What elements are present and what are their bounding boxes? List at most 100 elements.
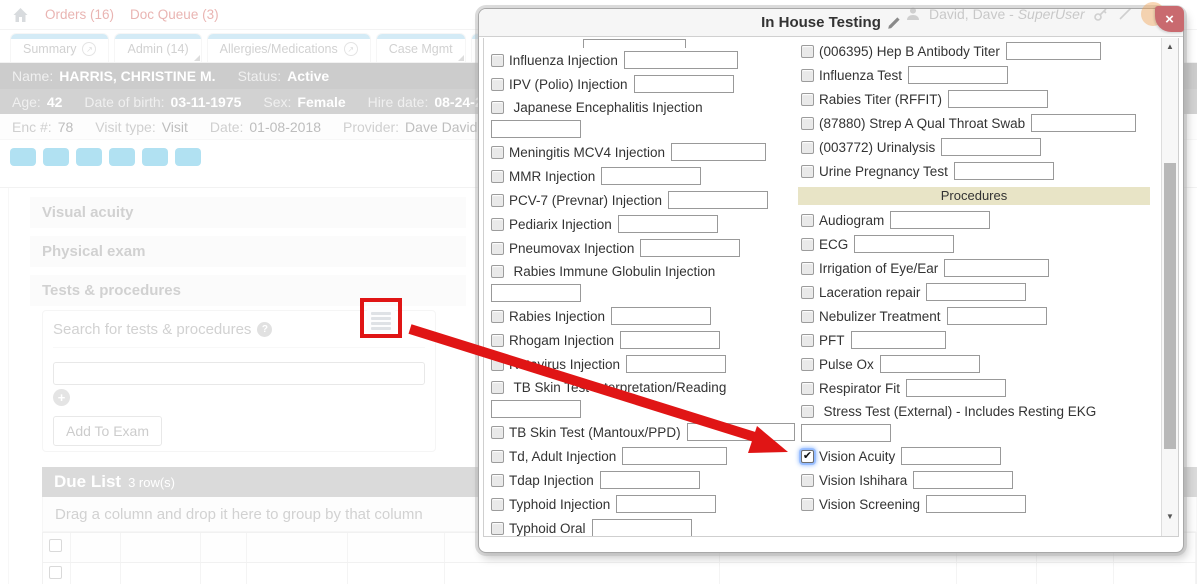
result-input[interactable]	[611, 307, 711, 325]
checkbox[interactable]	[491, 498, 504, 511]
soap-button[interactable]	[10, 148, 36, 166]
result-input[interactable]	[908, 66, 1008, 84]
result-input[interactable]	[624, 51, 738, 69]
result-input[interactable]	[906, 379, 1006, 397]
result-input[interactable]	[687, 423, 795, 441]
scrollbar-thumb[interactable]	[1164, 163, 1176, 449]
scroll-up-arrow[interactable]: ▲	[1162, 40, 1178, 54]
checkbox[interactable]	[801, 45, 814, 58]
result-input[interactable]	[671, 143, 766, 161]
checkbox[interactable]	[491, 218, 504, 231]
checkbox[interactable]	[801, 262, 814, 275]
scroll-down-arrow[interactable]: ▼	[1162, 510, 1178, 524]
checkbox[interactable]	[491, 381, 504, 394]
column-header-cell[interactable]	[121, 533, 201, 562]
column-header-cell[interactable]	[71, 533, 121, 562]
result-input[interactable]	[947, 307, 1047, 325]
result-input[interactable]	[640, 239, 740, 257]
checkbox[interactable]	[491, 101, 504, 114]
nav-doc-queue-link[interactable]: Doc Queue (3)	[130, 7, 219, 22]
checkbox[interactable]	[801, 214, 814, 227]
result-input[interactable]	[926, 495, 1026, 513]
checkbox[interactable]	[491, 522, 504, 535]
result-input[interactable]	[801, 424, 891, 442]
result-input[interactable]	[618, 215, 718, 233]
checkbox[interactable]	[801, 310, 814, 323]
checkbox[interactable]	[801, 93, 814, 106]
result-input[interactable]	[926, 283, 1026, 301]
result-input[interactable]	[626, 355, 726, 373]
result-input[interactable]	[491, 400, 581, 418]
column-header-cell[interactable]	[247, 533, 348, 562]
result-input[interactable]	[944, 259, 1049, 277]
checkbox[interactable]	[801, 141, 814, 154]
soap-button[interactable]	[142, 148, 168, 166]
result-input[interactable]	[668, 191, 768, 209]
result-input[interactable]	[491, 120, 581, 138]
pick-list-icon[interactable]	[367, 307, 395, 333]
checkbox[interactable]	[491, 426, 504, 439]
help-icon[interactable]: ?	[257, 322, 272, 337]
column-header-cell[interactable]	[201, 533, 247, 562]
checkbox[interactable]	[801, 450, 814, 463]
tab[interactable]: Summary ↗	[10, 33, 109, 62]
checkbox[interactable]	[801, 334, 814, 347]
result-input[interactable]	[913, 471, 1013, 489]
result-input[interactable]	[901, 447, 1001, 465]
section-physical-exam[interactable]: Physical exam	[30, 236, 466, 267]
soap-button[interactable]	[175, 148, 201, 166]
checkbox[interactable]	[491, 358, 504, 371]
result-input[interactable]	[954, 162, 1054, 180]
result-input[interactable]	[600, 471, 700, 489]
checkbox[interactable]	[491, 474, 504, 487]
result-input[interactable]	[622, 447, 727, 465]
row-checkbox[interactable]	[49, 566, 62, 579]
result-input[interactable]	[491, 284, 581, 302]
home-icon[interactable]	[12, 7, 29, 23]
checkbox[interactable]	[801, 358, 814, 371]
checkbox[interactable]	[801, 238, 814, 251]
result-input[interactable]	[592, 519, 692, 537]
edit-pencil-icon[interactable]	[887, 16, 901, 30]
search-input[interactable]	[53, 362, 425, 385]
checkbox[interactable]	[801, 498, 814, 511]
result-input[interactable]	[620, 331, 720, 349]
soap-button[interactable]	[43, 148, 69, 166]
checkbox[interactable]	[491, 334, 504, 347]
add-to-exam-button[interactable]: Add To Exam	[53, 416, 162, 446]
row-checkbox[interactable]	[49, 539, 62, 552]
result-input[interactable]	[634, 75, 734, 93]
checkbox[interactable]	[491, 450, 504, 463]
result-input[interactable]	[1006, 42, 1101, 60]
checkbox[interactable]	[491, 146, 504, 159]
result-input[interactable]	[948, 90, 1048, 108]
result-input[interactable]	[583, 39, 686, 48]
checkbox[interactable]	[491, 194, 504, 207]
checkbox[interactable]	[491, 265, 504, 278]
result-input[interactable]	[616, 495, 716, 513]
nav-orders-link[interactable]: Orders (16)	[45, 7, 114, 22]
checkbox[interactable]	[491, 78, 504, 91]
tab[interactable]: Case Mgmt	[376, 33, 466, 62]
checkbox[interactable]	[801, 117, 814, 130]
result-input[interactable]	[851, 331, 946, 349]
checkbox[interactable]	[801, 69, 814, 82]
checkbox[interactable]	[491, 54, 504, 67]
checkbox[interactable]	[491, 310, 504, 323]
result-input[interactable]	[601, 167, 701, 185]
soap-button[interactable]	[109, 148, 135, 166]
checkbox[interactable]	[801, 165, 814, 178]
tab[interactable]: Admin (14)	[114, 33, 201, 62]
section-tests-procedures[interactable]: Tests & procedures	[30, 275, 466, 306]
result-input[interactable]	[941, 138, 1041, 156]
checkbox[interactable]	[801, 474, 814, 487]
result-input[interactable]	[890, 211, 990, 229]
tab[interactable]: Allergies/Medications ↗	[207, 33, 371, 62]
checkbox[interactable]	[801, 286, 814, 299]
add-row-plus-icon[interactable]: +	[53, 389, 70, 406]
result-input[interactable]	[1031, 114, 1136, 132]
checkbox[interactable]	[491, 242, 504, 255]
checkbox[interactable]	[491, 170, 504, 183]
checkbox[interactable]	[801, 405, 814, 418]
column-header-cell[interactable]	[348, 533, 446, 562]
